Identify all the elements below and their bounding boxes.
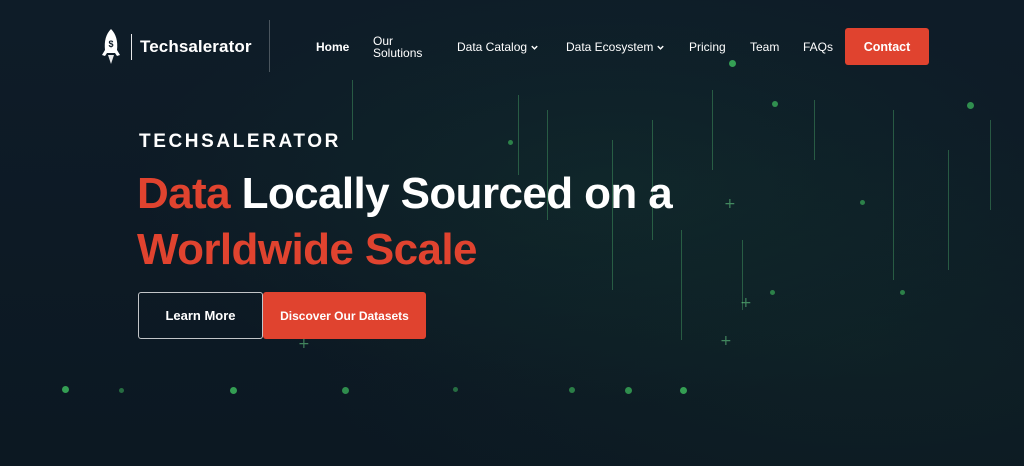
nav-label-line: Solutions: [373, 46, 423, 60]
data-streak: [948, 150, 949, 270]
logo-divider: [131, 34, 132, 60]
site-header: $ Techsalerator Home Our Solutions Data C…: [0, 0, 1024, 92]
nav-divider: [269, 20, 270, 72]
hero-headline: Data Locally Sourced on a Worldwide Scale: [137, 166, 757, 278]
glow-dot: [900, 290, 905, 295]
glow-dot: [860, 200, 865, 205]
chevron-down-icon: [657, 45, 665, 51]
glow-dot: [770, 290, 775, 295]
nav-pricing[interactable]: Pricing: [689, 40, 726, 54]
glow-dot: [569, 387, 575, 393]
learn-more-button[interactable]: Learn More: [138, 292, 263, 339]
data-streak: [990, 120, 991, 210]
nav-label: Data Ecosystem: [566, 40, 654, 54]
nav-faqs[interactable]: FAQs: [803, 40, 833, 54]
glow-dot: [772, 101, 778, 107]
glow-dot: [62, 386, 69, 393]
nav-team[interactable]: Team: [750, 40, 779, 54]
data-streak: [893, 110, 894, 280]
nav-label: Data Catalog: [457, 40, 528, 54]
nav-home[interactable]: Home: [316, 40, 349, 54]
svg-text:$: $: [108, 39, 113, 49]
brand-logo[interactable]: $ Techsalerator: [98, 28, 252, 66]
glow-dot: [453, 387, 458, 392]
discover-datasets-button[interactable]: Discover Our Datasets: [263, 292, 426, 339]
glow-dot: [680, 387, 687, 394]
headline-accent: Worldwide Scale: [137, 225, 477, 274]
nav-data-ecosystem[interactable]: Data Ecosystem: [566, 40, 665, 54]
glow-dot: [230, 387, 237, 394]
brand-name: Techsalerator: [140, 37, 252, 56]
plus-mark: +: [720, 333, 732, 349]
chevron-down-icon: [531, 45, 538, 51]
plus-mark: +: [740, 295, 752, 311]
nav-our-solutions[interactable]: Our Solutions: [373, 35, 422, 59]
data-streak: [712, 90, 713, 170]
hero-eyebrow: TECHSALERATOR: [139, 131, 341, 152]
rocket-dollar-icon: $: [102, 29, 120, 64]
headline-text: Locally Sourced on a: [229, 169, 673, 218]
glow-dot: [119, 388, 124, 393]
glow-dot: [625, 387, 632, 394]
nav-data-catalog[interactable]: Data Catalog: [457, 40, 539, 54]
contact-button[interactable]: Contact: [845, 28, 929, 65]
headline-accent: Data: [137, 169, 231, 218]
glow-dot: [508, 140, 513, 145]
glow-dot: [342, 387, 349, 394]
data-streak: [814, 100, 815, 160]
data-streak: [518, 95, 519, 175]
plus-mark: +: [298, 336, 310, 352]
glow-dot: [967, 102, 974, 109]
